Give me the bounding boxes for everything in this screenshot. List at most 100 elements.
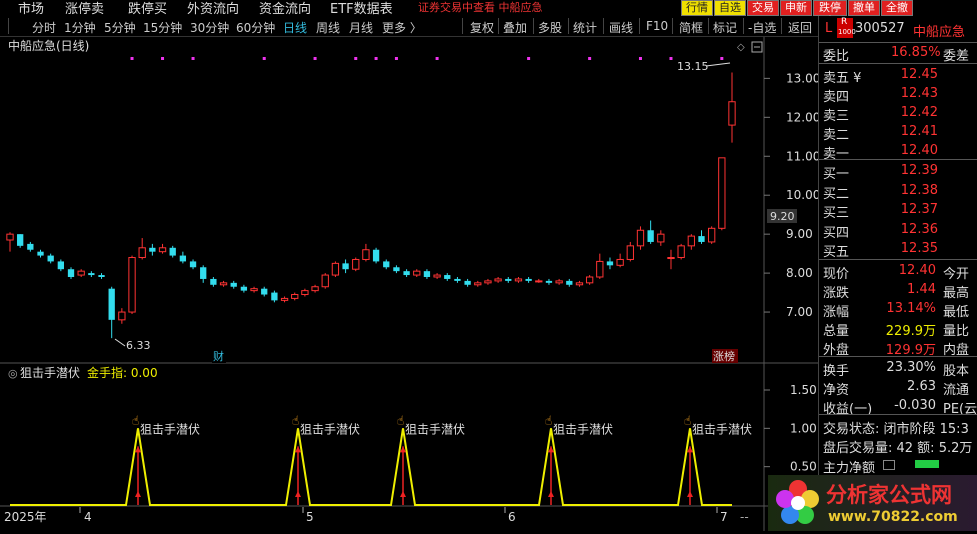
period-5min[interactable]: 5分钟: [104, 19, 136, 36]
bid-row-0[interactable]: 买一 12.39: [819, 161, 977, 182]
stat-row-4[interactable]: 外盘 129.9万 内盘: [819, 337, 977, 358]
marker-zhangbang[interactable]: 涨榜: [713, 349, 735, 363]
after-hours-row: 盘后交易量: 42 额: 5.2万: [823, 441, 973, 456]
candle-body: [667, 257, 675, 260]
y-tick-label: 12.00: [786, 110, 818, 124]
period-monthly[interactable]: 月线: [349, 19, 373, 36]
period-more[interactable]: 更多 〉: [382, 19, 422, 36]
y-tick-label: 13.00: [786, 71, 818, 85]
candle-body: [47, 255, 54, 262]
x-nav[interactable]: --: [740, 510, 749, 524]
tool-simple-frame[interactable]: 简框: [679, 19, 703, 36]
menu-limit-up-sell[interactable]: 涨停卖: [65, 0, 104, 16]
period-30min[interactable]: 30分钟: [190, 19, 229, 36]
menu-capital-flow[interactable]: 资金流向: [259, 0, 311, 16]
ind-tick-label: 1.50: [790, 383, 817, 397]
marker-cai[interactable]: 财: [213, 349, 224, 363]
tool-remove-watchlist[interactable]: -自选: [748, 19, 776, 36]
menu-etf-table[interactable]: ETF数据表: [330, 0, 393, 16]
candle-body: [98, 275, 105, 277]
signal-label: 狙击手潜伏: [553, 422, 613, 436]
hand-pointer-icon: ☝: [132, 413, 139, 427]
bid-row-2[interactable]: 买三 12.37: [819, 200, 977, 221]
stat-row-0[interactable]: 现价 12.40 今开: [819, 261, 977, 282]
up-arrow-icon: [135, 491, 141, 497]
back-button[interactable]: 返回: [788, 19, 812, 36]
stat2-row-1[interactable]: 净资 2.63 流通: [819, 377, 977, 398]
low-label: 6.33: [126, 339, 151, 352]
signal-dot: [638, 57, 642, 60]
ask-row-0[interactable]: 卖五 ¥12.45: [819, 65, 977, 86]
ask-row-1[interactable]: 卖四 12.43: [819, 84, 977, 105]
period-1min[interactable]: 1分钟: [64, 19, 96, 36]
candle-body: [169, 247, 176, 256]
candle-body: [200, 267, 207, 279]
period-60min[interactable]: 60分钟: [236, 19, 275, 36]
indicator-name[interactable]: 狙击手潜伏: [20, 366, 80, 380]
candle-body: [291, 294, 299, 299]
row-value: 12.35: [900, 241, 938, 256]
period-daily[interactable]: 日线: [283, 19, 307, 36]
ask-row-4[interactable]: 卖一 12.40: [819, 141, 977, 162]
tool-adjust[interactable]: 复权: [470, 19, 494, 36]
menu-market[interactable]: 市场: [18, 0, 44, 16]
indicator-toggle-icon[interactable]: ◎: [8, 367, 18, 380]
menu-limit-down-buy[interactable]: 跌停买: [128, 0, 167, 16]
tool-f10[interactable]: F10: [646, 19, 668, 33]
indicator-line: [10, 428, 732, 506]
flag-l: L: [825, 21, 833, 36]
tool-draw[interactable]: 画线: [609, 19, 633, 36]
candle-body: [88, 273, 95, 276]
candle-body: [626, 245, 634, 260]
tool-multi-stock[interactable]: 多股: [538, 19, 562, 36]
quick-btn-1[interactable]: 自选: [714, 0, 746, 16]
quick-btn-0[interactable]: 行情: [681, 0, 713, 16]
candle-body: [403, 271, 410, 276]
tool-mark[interactable]: 标记: [713, 19, 737, 36]
hand-pointer-icon: ☝: [292, 413, 299, 427]
stat2-row-2[interactable]: 收益(一) -0.030 PE(云: [819, 396, 977, 417]
candle-body: [331, 262, 340, 276]
bid-row-1[interactable]: 买二 12.38: [819, 181, 977, 202]
diamond-icon[interactable]: ◇: [737, 42, 745, 53]
period-15min[interactable]: 15分钟: [143, 19, 182, 36]
quick-btn-2[interactable]: 交易: [747, 0, 779, 16]
menu-foreign-flow[interactable]: 外资流向: [187, 0, 239, 16]
stat-row-3[interactable]: 总量 229.9万 量比: [819, 318, 977, 339]
quick-btn-5[interactable]: 撤单: [848, 0, 880, 16]
candle-body: [383, 261, 390, 268]
signal-label: 狙击手潜伏: [300, 422, 360, 436]
row-label: 买三: [823, 206, 850, 221]
signal-dot: [720, 57, 724, 60]
candle-body: [149, 247, 156, 252]
candle-body: [687, 235, 695, 247]
candle-body: [230, 282, 237, 287]
candlestick-chart[interactable]: 1.501.000.50☝狙击手潜伏☝狙击手潜伏☝狙击手潜伏☝狙击手潜伏☝狙击手…: [0, 37, 820, 531]
chart-area[interactable]: 1.50 1.00 0.50 ☝ 狙击手潜伏 ☝ 狙击手潜伏 ☝ 狙击手潜伏 ☝ 狙击手潜伏 ☝ 狙击手…: [0, 37, 820, 531]
period-fenshi[interactable]: 分时: [32, 19, 56, 36]
candle-body: [444, 275, 451, 279]
chart-toolbar: 分时 1分钟 5分钟 15分钟 30分钟 60分钟 日线 周线 月线 更多 〉 …: [0, 16, 818, 37]
candle-body: [474, 282, 482, 286]
tool-stats[interactable]: 统计: [573, 19, 597, 36]
ask-row-3[interactable]: 卖二 12.41: [819, 122, 977, 143]
stat-row-1[interactable]: 涨跌 1.44 最高: [819, 280, 977, 301]
ask-row-2[interactable]: 卖三 12.42: [819, 103, 977, 124]
row-value: -0.030: [894, 398, 936, 413]
bid-row-3[interactable]: 买四 12.36: [819, 220, 977, 241]
tool-overlay[interactable]: 叠加: [503, 19, 527, 36]
candle-body: [718, 157, 726, 229]
chart-title: 中船应急(日线): [8, 38, 89, 53]
y-tick-label: 9.00: [786, 227, 813, 241]
stat-row-2[interactable]: 涨幅 13.14% 最低: [819, 299, 977, 320]
bid-row-4[interactable]: 买五 12.35: [819, 239, 977, 260]
site-logo: 分析家公式网 www.70822.com: [768, 475, 977, 531]
x-label-may: 5: [306, 510, 314, 524]
quick-btn-3[interactable]: 申新: [780, 0, 812, 16]
period-weekly[interactable]: 周线: [316, 19, 340, 36]
stat2-row-0[interactable]: 换手 23.30% 股本: [819, 358, 977, 379]
quick-btn-6[interactable]: 全撤: [881, 0, 913, 16]
row-value: 12.43: [900, 86, 938, 101]
quick-btn-4[interactable]: 跌停卖: [813, 0, 847, 16]
candle-body: [108, 288, 115, 320]
